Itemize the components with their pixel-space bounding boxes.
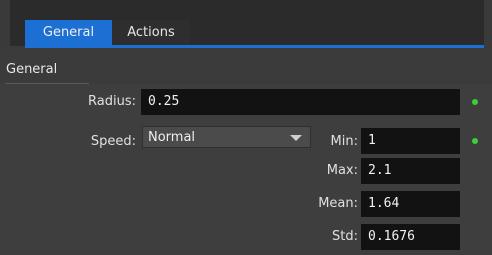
std-label: Std: [332, 229, 358, 244]
min-input[interactable] [361, 128, 460, 154]
radius-indicator-icon [472, 99, 478, 105]
min-indicator-icon [472, 138, 478, 144]
tab-general[interactable]: General [25, 20, 112, 45]
speed-label: Speed: [90, 134, 136, 149]
max-label: Max: [326, 163, 358, 178]
std-input[interactable] [361, 224, 460, 250]
min-label: Min: [330, 134, 358, 149]
group-title: General [6, 62, 58, 77]
max-input[interactable] [361, 158, 460, 184]
radius-label: Radius: [88, 94, 136, 109]
chevron-down-icon [290, 135, 302, 141]
radius-input[interactable] [141, 89, 460, 115]
tab-bar: General Actions [10, 0, 484, 48]
mean-label: Mean: [318, 196, 358, 211]
speed-select[interactable]: Normal [142, 126, 311, 148]
speed-selected-value: Normal [148, 130, 196, 145]
mean-input[interactable] [361, 191, 460, 217]
tab-actions[interactable]: Actions [112, 20, 190, 45]
